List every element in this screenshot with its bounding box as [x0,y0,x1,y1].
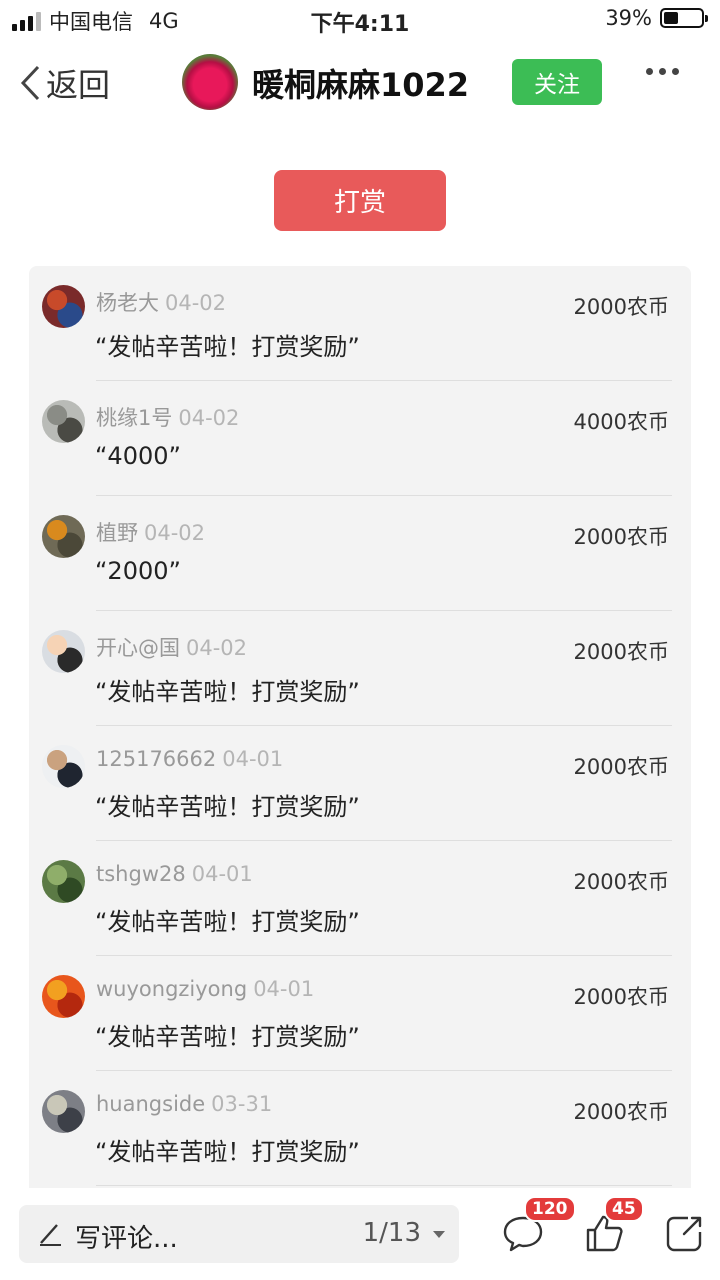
reward-amount: 2000农币 [573,985,669,1009]
reward-amount: 2000农币 [573,525,669,549]
list-item: 开心@国 04-02 2000农币 “发帖辛苦啦！打赏奖励” [29,611,691,726]
reward-date: 04-02 [186,636,248,660]
battery-percent: 39% [605,6,652,30]
list-item: 植野 04-02 2000农币 “2000” [29,496,691,611]
reward-meta: 开心@国 04-02 [96,632,247,662]
reward-meta: 植野 04-02 [96,517,205,547]
reward-message: “发帖辛苦啦！打赏奖励” [95,1138,360,1166]
comment-placeholder: 写评论... [75,1224,178,1254]
user-avatar[interactable] [42,860,85,903]
reward-date: 04-01 [191,862,253,886]
like-count-badge: 45 [604,1196,644,1222]
nav-bar: 返回 暖桐麻麻1022 关注 [0,40,720,122]
reward-message: “4000” [95,442,181,470]
user-name[interactable]: 植野 [96,521,138,545]
follow-button[interactable]: 关注 [512,59,602,105]
back-button[interactable]: 返回 [18,60,110,106]
reward-meta: 杨老大 04-02 [96,287,226,317]
reward-meta: wuyongziyong 04-01 [96,977,314,1001]
author-name[interactable]: 暖桐麻麻1022 [252,60,469,106]
reward-date: 04-01 [253,977,315,1001]
chevron-left-icon [20,65,40,101]
reward-date: 04-02 [165,291,227,315]
share-icon[interactable] [662,1210,706,1254]
reward-amount: 2000农币 [573,870,669,894]
comment-count-badge: 120 [524,1196,576,1222]
list-item: 125176662 04-01 2000农币 “发帖辛苦啦！打赏奖励” [29,726,691,841]
caret-down-icon[interactable] [433,1231,445,1238]
reward-message: “发帖辛苦啦！打赏奖励” [95,793,360,821]
user-name[interactable]: 桃缘1号 [96,406,172,430]
list-item: 桃缘1号 04-02 4000农币 “4000” [29,381,691,496]
reward-meta: 125176662 04-01 [96,747,283,771]
list-item: wuyongziyong 04-01 2000农币 “发帖辛苦啦！打赏奖励” [29,956,691,1071]
list-item: huangside 03-31 2000农币 “发帖辛苦啦！打赏奖励” [29,1071,691,1186]
user-avatar[interactable] [42,515,85,558]
list-item: 杨老大 04-02 2000农币 “发帖辛苦啦！打赏奖励” [29,266,691,381]
reward-date: 03-31 [211,1092,273,1116]
user-name[interactable]: wuyongziyong [96,977,247,1001]
reward-amount: 2000农币 [573,1100,669,1124]
reward-meta: 桃缘1号 04-02 [96,402,239,432]
user-name[interactable]: 杨老大 [96,291,159,315]
reward-amount: 2000农币 [573,640,669,664]
page-indicator[interactable]: 1/13 [363,1218,421,1248]
reward-meta: tshgw28 04-01 [96,862,253,886]
user-name[interactable]: 125176662 [96,747,216,771]
reward-amount: 4000农币 [573,410,669,434]
reward-date: 04-01 [222,747,284,771]
status-right: 39% [605,6,708,30]
user-avatar[interactable] [42,400,85,443]
reward-message: “发帖辛苦啦！打赏奖励” [95,1023,360,1051]
reward-message: “2000” [95,557,181,585]
reward-message: “发帖辛苦啦！打赏奖励” [95,678,360,706]
reward-amount: 2000农币 [573,295,669,319]
user-avatar[interactable] [42,285,85,328]
pen-icon [40,1224,61,1246]
reward-date: 04-02 [178,406,240,430]
reward-button[interactable]: 打赏 [274,170,446,231]
user-name[interactable]: huangside [96,1092,205,1116]
battery-icon [660,8,708,28]
user-name[interactable]: 开心@国 [96,636,180,660]
reward-message: “发帖辛苦啦！打赏奖励” [95,333,360,361]
divider [96,1185,672,1186]
author-avatar[interactable] [182,54,238,110]
back-label: 返回 [46,66,111,104]
more-options-icon[interactable] [646,68,679,75]
reward-date: 04-02 [144,521,206,545]
user-avatar[interactable] [42,630,85,673]
user-avatar[interactable] [42,1090,85,1133]
bottom-bar: 写评论... 1/13 120 45 [0,1188,720,1280]
status-bar: 中国电信 4G 下午4:11 39% [0,0,720,40]
reward-meta: huangside 03-31 [96,1092,272,1116]
user-name[interactable]: tshgw28 [96,862,186,886]
reward-list: 杨老大 04-02 2000农币 “发帖辛苦啦！打赏奖励” 桃缘1号 04-02 4… [29,266,691,1226]
list-item: tshgw28 04-01 2000农币 “发帖辛苦啦！打赏奖励” [29,841,691,956]
reward-message: “发帖辛苦啦！打赏奖励” [95,908,360,936]
user-avatar[interactable] [42,745,85,788]
comment-input[interactable]: 写评论... 1/13 [19,1205,459,1263]
reward-amount: 2000农币 [573,755,669,779]
user-avatar[interactable] [42,975,85,1018]
